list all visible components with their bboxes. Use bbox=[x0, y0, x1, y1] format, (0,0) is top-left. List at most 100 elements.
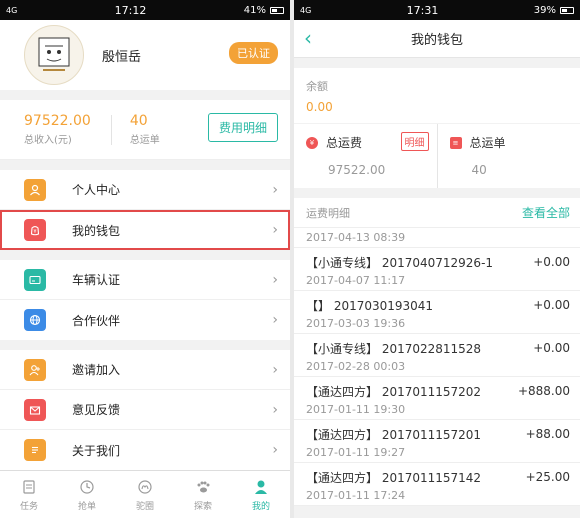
tab-label: 探索 bbox=[193, 502, 212, 512]
list-item[interactable]: 【通达四方】 2017011157142 2017-01-11 17:24 +2… bbox=[294, 463, 580, 506]
svg-text:¥: ¥ bbox=[33, 229, 36, 235]
page-title: 我的钱包 bbox=[410, 33, 463, 48]
menu-item-my-wallet[interactable]: ¥ 我的钱包 › bbox=[0, 210, 290, 250]
menu-item-label: 个人中心 bbox=[72, 183, 121, 197]
list-item[interactable]: 【】 2017030193041 2017-03-03 19:36 +0.00 bbox=[294, 291, 580, 334]
verified-badge: 已认证 bbox=[229, 42, 278, 64]
menu-item-label: 关于我们 bbox=[72, 443, 121, 458]
record-date: 2017-04-07 11:17 bbox=[306, 274, 406, 287]
menu-group-1: 个人中心 › ¥ 我的钱包 › bbox=[0, 170, 290, 250]
view-all-link[interactable]: 查看全部 bbox=[522, 204, 570, 221]
record-amount: +888.00 bbox=[517, 384, 570, 398]
record-amount: +0.00 bbox=[533, 341, 570, 355]
nav-bar: ‹ 我的钱包 bbox=[294, 20, 580, 58]
globe-icon bbox=[24, 309, 46, 331]
menu-group-3: 邀请加入 › 意见反馈 › 关于我们 › bbox=[0, 350, 290, 470]
money-icon: ¥ bbox=[306, 136, 318, 149]
menu-group-2: 车辆认证 › 合作伙伴 › bbox=[0, 260, 290, 340]
battery-icon bbox=[559, 6, 574, 14]
chevron-right-icon: › bbox=[272, 271, 278, 288]
menu-item-vehicle-auth[interactable]: 车辆认证 › bbox=[0, 260, 290, 300]
tab-explore[interactable]: 探索 bbox=[174, 471, 232, 518]
income-label: 总收入(元) bbox=[24, 135, 72, 146]
avatar[interactable] bbox=[24, 25, 84, 85]
income-value: 97522.00 bbox=[24, 113, 91, 129]
menu-item-personal-center[interactable]: 个人中心 › bbox=[0, 170, 290, 210]
root: 4G 17:12 41% 殷恒岳 已认证 97522.00 总收入(元) 40 … bbox=[0, 0, 580, 518]
menu-item-label: 车辆认证 bbox=[72, 273, 121, 287]
user-name: 殷恒岳 bbox=[102, 49, 142, 65]
orders-value: 40 bbox=[129, 113, 148, 129]
balance-label: 余额 bbox=[306, 80, 328, 93]
paw-icon bbox=[193, 477, 213, 497]
status-right: 41% bbox=[244, 5, 284, 16]
carrier-label: 4G bbox=[6, 5, 18, 15]
tab-camel-circle[interactable]: 驼圈 bbox=[116, 471, 174, 518]
fee-detail-button[interactable]: 费用明细 bbox=[207, 113, 278, 142]
stat-divider bbox=[110, 114, 112, 145]
record-amount: +0.00 bbox=[533, 255, 570, 269]
record-date: 2017-01-11 19:30 bbox=[306, 403, 406, 416]
list-item[interactable]: 【小通专线】 2017022811528 2017-02-28 00:03 +0… bbox=[294, 334, 580, 377]
record-title: 【小通专线】 2017040712926-1 bbox=[306, 256, 494, 270]
menu-item-about[interactable]: 关于我们 › bbox=[0, 430, 290, 470]
balance-value: 0.00 bbox=[306, 100, 333, 114]
record-date: 2017-04-13 08:39 bbox=[306, 231, 406, 244]
list-item[interactable]: 【通达四方】 2017011157202 2017-01-11 19:30 +8… bbox=[294, 377, 580, 420]
menu-item-feedback[interactable]: 意见反馈 › bbox=[0, 390, 290, 430]
tab-label: 我的 bbox=[251, 502, 270, 512]
menu-item-label: 意见反馈 bbox=[72, 403, 121, 417]
record-title: 【小通专线】 2017022811528 bbox=[306, 342, 482, 356]
total-fee-label: 总运费 bbox=[326, 136, 363, 150]
tab-label: 驼圈 bbox=[135, 502, 154, 512]
stats-row: 97522.00 总收入(元) 40 总运单 费用明细 bbox=[0, 100, 290, 160]
total-fee-value: 97522.00 bbox=[328, 163, 386, 177]
chevron-right-icon: › bbox=[272, 222, 278, 238]
camel-icon bbox=[135, 477, 155, 497]
menu-item-partners[interactable]: 合作伙伴 › bbox=[0, 300, 290, 340]
profile-screen: 4G 17:12 41% 殷恒岳 已认证 97522.00 总收入(元) 40 … bbox=[0, 0, 290, 518]
records-header: 运费明细 查看全部 bbox=[294, 198, 580, 228]
tab-grab-orders[interactable]: 抢单 bbox=[58, 471, 116, 518]
record-amount: +0.00 bbox=[533, 298, 570, 312]
record-date: 2017-01-11 17:24 bbox=[306, 489, 406, 502]
total-orders-label: 总运单 bbox=[469, 136, 506, 150]
record-date: 2017-01-11 19:27 bbox=[306, 446, 406, 459]
status-right: 39% bbox=[534, 5, 574, 16]
battery-percent: 41% bbox=[243, 4, 266, 16]
list-item[interactable]: 2017-04-13 08:39 bbox=[294, 228, 580, 248]
chevron-right-icon: › bbox=[272, 312, 278, 328]
balance-panel: 余额 0.00 bbox=[294, 68, 580, 123]
list-icon bbox=[19, 477, 39, 497]
person-icon bbox=[251, 477, 271, 497]
list-item[interactable]: 【小通专线】 2017040712926-1 2017-04-07 11:17 … bbox=[294, 248, 580, 291]
menu-item-label: 邀请加入 bbox=[72, 363, 121, 377]
back-arrow-icon[interactable]: ‹ bbox=[304, 26, 312, 50]
carrier-label: 4G bbox=[300, 5, 312, 15]
fee-detail-button[interactable]: 明细 bbox=[400, 132, 429, 151]
record-date: 2017-02-28 00:03 bbox=[306, 360, 406, 373]
list-item[interactable]: 【通达四方】 2017011157201 2017-01-11 19:27 +8… bbox=[294, 420, 580, 463]
chevron-right-icon: › bbox=[272, 401, 278, 418]
stat-orders: 40 总运单 bbox=[130, 113, 160, 146]
chevron-right-icon: › bbox=[272, 181, 278, 198]
stat-income: 97522.00 总收入(元) bbox=[24, 113, 91, 146]
status-bar: 4G 17:12 41% bbox=[0, 0, 290, 20]
mail-icon bbox=[24, 398, 46, 421]
total-orders-value: 40 bbox=[471, 163, 487, 177]
total-fee-card: ¥ 总运费 97522.00 明细 bbox=[294, 124, 437, 188]
wallet-screen: 4G 17:31 39% ‹ 我的钱包 余额 0.00 ¥ 总运费 97522.… bbox=[294, 0, 580, 518]
card-icon bbox=[24, 268, 46, 291]
tab-mine[interactable]: 我的 bbox=[232, 471, 290, 518]
menu-item-invite[interactable]: 邀请加入 › bbox=[0, 350, 290, 390]
tab-tasks[interactable]: 任务 bbox=[0, 471, 58, 518]
wallet-icon: ¥ bbox=[24, 219, 46, 241]
battery-percent: 39% bbox=[533, 4, 556, 16]
orders-label: 总运单 bbox=[129, 135, 160, 146]
total-orders-card: ≡ 总运单 40 bbox=[436, 124, 580, 188]
doc-icon bbox=[24, 439, 46, 461]
records-title: 运费明细 bbox=[306, 206, 350, 220]
summary-panel: ¥ 总运费 97522.00 明细 ≡ 总运单 40 bbox=[294, 124, 580, 188]
profile-header: 殷恒岳 已认证 bbox=[0, 20, 290, 90]
fee-records: 运费明细 查看全部 2017-04-13 08:39 【小通专线】 201704… bbox=[294, 198, 580, 506]
